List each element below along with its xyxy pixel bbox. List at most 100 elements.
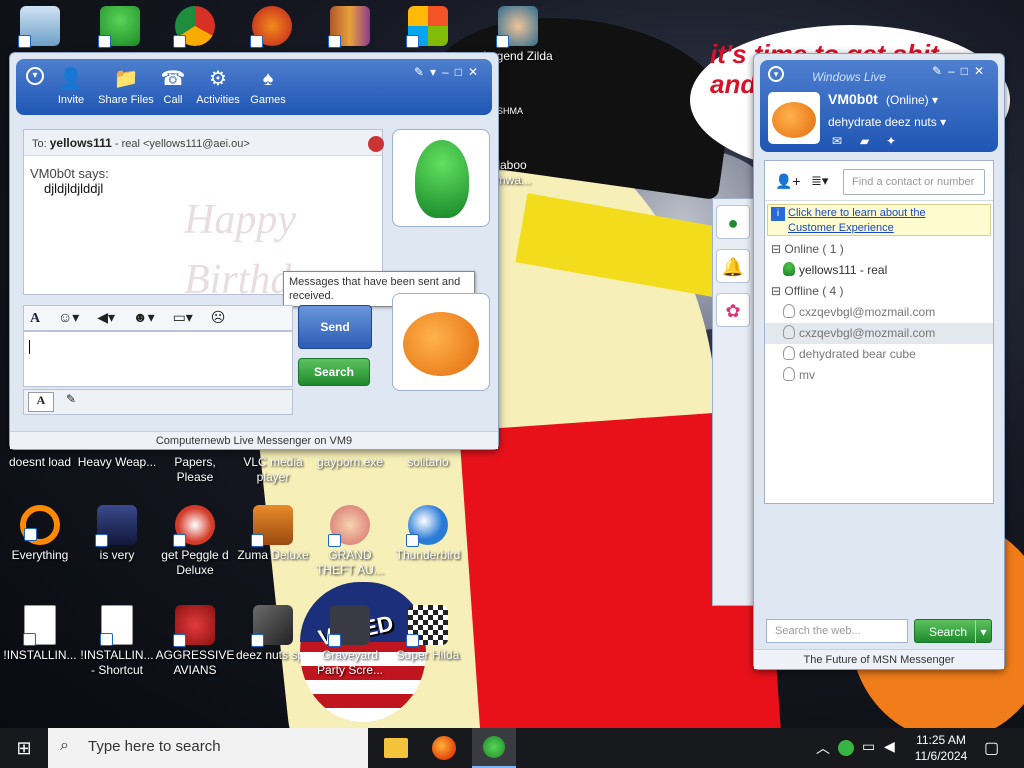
contact-row-online[interactable]: yellows111 - real <box>765 260 993 281</box>
desktop-icon-papers-please[interactable]: Papers, Please <box>155 455 235 485</box>
handwriting-icon[interactable]: ✎ <box>58 392 84 412</box>
desktop-icon-peggle-deluxe[interactable]: get Peggle d Deluxe <box>155 505 235 578</box>
recipient-name: yellows111 <box>49 136 112 150</box>
contact-row-offline[interactable]: dehydrated bear cube <box>765 344 993 365</box>
clock[interactable]: 11:25 AM 11/6/2024 <box>910 732 972 764</box>
minimize-button[interactable]: – <box>442 65 455 79</box>
voice-clip-icon[interactable]: ◀▾ <box>97 309 115 325</box>
desktop-icon-peggle[interactable] <box>232 6 312 49</box>
messenger-taskbar-icon[interactable] <box>472 728 516 768</box>
volume-icon[interactable]: ◀ <box>884 738 895 755</box>
contact-row-offline[interactable]: cxzqevbgl@mozmail.com <box>765 302 993 323</box>
taskbar-search[interactable]: ⌕ Type here to search <box>48 728 368 768</box>
spaces-icon[interactable]: ✦ <box>886 134 896 148</box>
network-icon[interactable]: ▭ <box>862 738 875 755</box>
promo-banner[interactable]: i Click here to learn about the Customer … <box>767 204 991 236</box>
games-icon: ♠ <box>262 68 274 90</box>
dropdown-icon[interactable]: ▾ <box>430 65 442 79</box>
notification-icon[interactable]: ▢ <box>984 738 999 758</box>
desktop-icon-installing[interactable]: !INSTALLIN... <box>0 605 80 663</box>
games-button[interactable]: ♠ Games <box>241 67 295 106</box>
desktop-icon-aggressive-avians[interactable]: AGGRESSIVE AVIANS <box>155 605 235 678</box>
font-icon[interactable]: A <box>30 311 40 326</box>
fun-tab[interactable]: ✿ <box>716 293 750 327</box>
angry-bird-icon <box>173 605 215 647</box>
peggle-icon <box>250 6 292 48</box>
online-group-header[interactable]: ⊟ Online ( 1 ) <box>765 239 993 260</box>
chevron-up-icon[interactable]: ︿ <box>816 738 830 758</box>
zuma-icon <box>251 505 293 547</box>
contact-avatar[interactable] <box>392 129 490 227</box>
display-picture[interactable] <box>768 92 820 144</box>
conversation-status-bar: Computernewb Live Messenger on VM9 <box>10 431 498 449</box>
close-button[interactable]: ✕ <box>468 65 484 79</box>
desktop-icon-vlc[interactable]: VLC media player <box>233 455 313 485</box>
chevron-down-icon[interactable]: ▾ <box>975 620 991 644</box>
start-button[interactable]: ⊞ <box>0 728 48 768</box>
mail-icon[interactable]: ✉ <box>832 134 842 148</box>
desktop-icon-installing-shortcut[interactable]: !INSTALLIN... - Shortcut <box>77 605 157 678</box>
maximize-button[interactable]: □ <box>455 65 468 79</box>
invite-button[interactable]: 👤 Invite <box>44 67 98 106</box>
minimize-button[interactable]: – <box>948 64 961 78</box>
username[interactable]: VM0b0t <box>828 91 878 107</box>
web-search-input[interactable]: Search the web... <box>766 619 908 643</box>
contact-tools: 👤+ ≣▾ Find a contact or number <box>765 161 993 201</box>
desktop-icon-windows-shield[interactable] <box>388 6 468 49</box>
desktop-icon-zuma[interactable]: Zuma Deluxe <box>233 505 313 563</box>
add-contact-icon[interactable]: 👤+ <box>775 173 801 190</box>
search-button[interactable]: Search <box>298 358 370 386</box>
personal-message[interactable]: dehydrate deez nuts ▾ <box>828 115 946 129</box>
paint-icon[interactable]: ✎ <box>414 65 430 79</box>
contacts-tab[interactable]: ● <box>716 205 750 239</box>
desktop-icon-messenger[interactable] <box>80 6 160 49</box>
own-avatar[interactable] <box>392 293 490 391</box>
desktop-icon-recycle-bin[interactable] <box>0 6 80 49</box>
firefox-taskbar-icon[interactable] <box>432 736 456 760</box>
text-mode-icon[interactable]: A <box>28 392 54 412</box>
maximize-button[interactable]: □ <box>961 64 974 78</box>
desktop-icon-winrar[interactable] <box>310 6 390 49</box>
web-search-button[interactable]: Search ▾ <box>914 619 992 644</box>
paint-icon[interactable]: ✎ <box>932 64 948 78</box>
desktop-icon-heavy-weapon[interactable]: Heavy Weap... <box>77 455 157 470</box>
contact-row-offline-selected[interactable]: cxzqevbgl@mozmail.com <box>765 323 993 344</box>
desktop-icon-solitario[interactable]: solitario <box>388 455 468 470</box>
alerts-tab[interactable]: 🔔 <box>716 249 750 283</box>
background-icon[interactable]: ▭▾ <box>173 309 193 325</box>
recycle-bin-icon <box>18 6 60 48</box>
desktop-icon-gayporn[interactable]: gayporn.exe <box>310 455 390 470</box>
status-dropdown[interactable]: (Online) ▾ <box>886 93 938 107</box>
message-input[interactable] <box>23 331 293 387</box>
contact-row-offline[interactable]: mv <box>765 365 993 386</box>
file-explorer-taskbar-icon[interactable] <box>384 738 408 758</box>
menu-icon[interactable]: ▾ <box>26 67 44 85</box>
text-cursor <box>29 340 30 354</box>
peggle-icon <box>173 505 215 547</box>
view-options-icon[interactable]: ≣▾ <box>811 173 828 189</box>
emoticon-icon[interactable]: ☺▾ <box>58 309 79 325</box>
pumpkin-picture <box>403 312 479 376</box>
close-button[interactable]: ✕ <box>974 64 990 78</box>
input-mode-bar: A ✎ <box>23 389 293 415</box>
find-contact-input[interactable]: Find a contact or number <box>843 169 985 195</box>
desktop-icon-chrome[interactable] <box>155 6 235 49</box>
block-icon[interactable] <box>368 136 384 152</box>
menu-icon[interactable]: ▾ <box>768 66 784 82</box>
send-button[interactable]: Send <box>298 305 372 349</box>
offline-group-header[interactable]: ⊟ Offline ( 4 ) <box>765 281 993 302</box>
folder-icon[interactable]: ▰ <box>860 134 869 148</box>
activities-button[interactable]: ⚙ Activities <box>191 67 245 106</box>
desktop-icon-gta[interactable]: GRAND THEFT AU... <box>310 505 390 578</box>
desktop-icon-doesnt-load[interactable]: doesnt load <box>0 455 80 470</box>
phone-icon: ☎ <box>160 68 186 90</box>
wink-icon[interactable]: ☻▾ <box>133 309 155 325</box>
desktop-icon-graveyard-party[interactable]: Graveyard Party Scre... <box>310 605 390 678</box>
contact-list-footer: The Future of MSN Messenger <box>754 649 1004 669</box>
desktop-icon-thunderbird[interactable]: Thunderbird <box>388 505 468 563</box>
desktop-icon-super-hilda[interactable]: Super Hilda <box>388 605 468 663</box>
desktop-icon-is-very[interactable]: is very <box>77 505 157 563</box>
messenger-tray-icon[interactable] <box>838 740 854 756</box>
desktop-icon-everything[interactable]: Everything <box>0 505 80 563</box>
nudge-icon[interactable]: ☹ <box>211 309 226 325</box>
